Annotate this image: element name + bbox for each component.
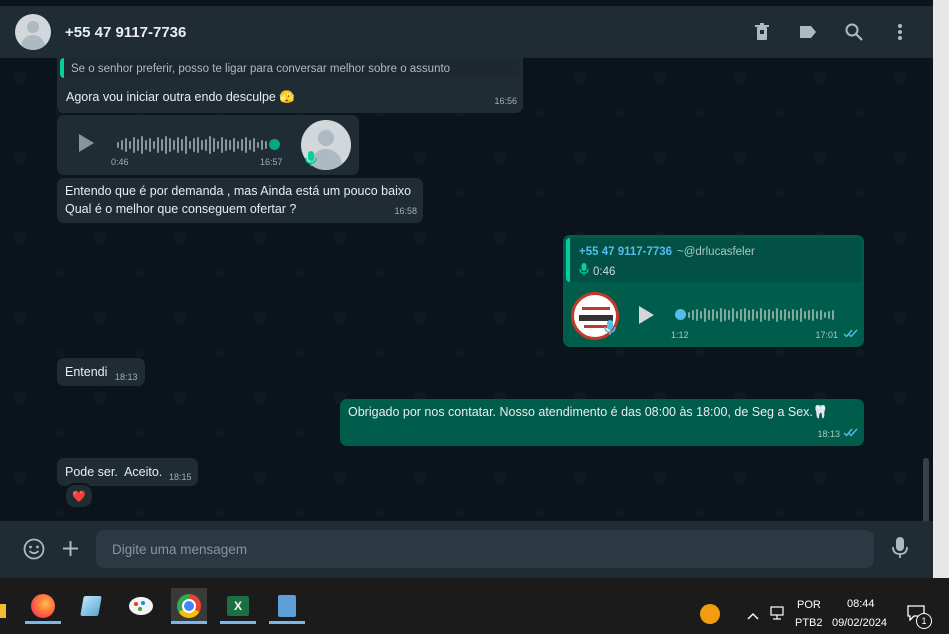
notification-count: 1 <box>921 616 927 626</box>
more-icon[interactable] <box>887 20 913 44</box>
message-text: Obrigado por nos contatar. Nosso atendim… <box>348 405 829 419</box>
window-side-edge <box>933 0 949 578</box>
windows-taskbar: X POR PTB2 08:44 09/02/2024 1 <box>0 578 949 634</box>
notification-count-badge: 1 <box>916 613 932 629</box>
voice-waveform[interactable] <box>117 135 277 155</box>
file-explorer-icon[interactable] <box>0 604 6 618</box>
chat-header: +55 47 9117-7736 <box>0 6 933 58</box>
emoji-icon[interactable] <box>23 538 45 565</box>
incoming-message[interactable]: Entendo que é por demanda , mas Ainda es… <box>57 178 423 223</box>
contact-name[interactable]: +55 47 9117-7736 <box>65 24 186 41</box>
quoted-author: +55 47 9117-7736 <box>579 246 673 258</box>
play-icon[interactable] <box>77 133 95 158</box>
whatsapp-window: +55 47 9117-7736 Se o senhor preferir, p… <box>0 0 933 578</box>
paint-icon[interactable] <box>123 588 159 624</box>
clock-date[interactable]: 09/02/2024 <box>832 617 887 629</box>
voice-waveform[interactable] <box>688 305 848 325</box>
language-code[interactable]: POR <box>797 599 821 611</box>
chevron-up-icon[interactable] <box>747 607 759 625</box>
message-text-line2: Qual é o melhor que conseguem ofertar ? <box>65 202 297 216</box>
outgoing-message[interactable]: Obrigado por nos contatar. Nosso atendim… <box>340 399 864 446</box>
incoming-message[interactable]: Pode ser. Aceito. 18:15 <box>57 458 198 486</box>
header-actions <box>749 20 913 44</box>
notepad-icon[interactable] <box>73 588 109 624</box>
message-time: 16:57 <box>260 157 283 167</box>
contact-avatar[interactable] <box>15 14 51 50</box>
voice-progress-dot[interactable] <box>269 139 280 150</box>
quoted-message[interactable]: +55 47 9117-7736 ~@drlucasfeler 0:46 <box>566 238 862 282</box>
search-icon[interactable] <box>841 20 867 44</box>
incoming-voice-message[interactable]: 0:46 16:57 <box>57 115 359 175</box>
voice-progress-dot[interactable] <box>675 309 686 320</box>
voice-duration: 1:12 <box>671 330 689 340</box>
mic-icon <box>579 263 589 281</box>
message-time: 17:01 <box>815 330 838 340</box>
mic-icon <box>604 320 616 341</box>
quoted-handle: ~@drlucasfeler <box>677 246 755 258</box>
incoming-message[interactable]: Se o senhor preferir, posso te ligar par… <box>57 58 523 113</box>
calculator-icon[interactable] <box>269 588 305 624</box>
heart-reaction: ❤️ <box>72 490 86 503</box>
play-icon[interactable] <box>637 305 655 330</box>
voice-duration: 0:46 <box>111 157 129 167</box>
message-time: 16:56 <box>494 96 517 106</box>
mic-icon[interactable] <box>892 537 908 564</box>
quoted-text: Se o senhor preferir, posso te ligar par… <box>71 63 451 75</box>
reaction-badge[interactable]: ❤️ <box>64 483 94 509</box>
read-ticks-icon <box>843 325 858 343</box>
label-icon[interactable] <box>795 20 821 44</box>
message-text: Entendi <box>65 365 108 379</box>
read-ticks-icon <box>843 424 858 442</box>
message-time: 18:13 <box>115 372 138 382</box>
message-text-line1: Entendo que é por demanda , mas Ainda es… <box>65 184 412 198</box>
excel-icon[interactable]: X <box>220 588 256 624</box>
message-input[interactable] <box>96 530 874 568</box>
plus-icon[interactable] <box>62 540 79 562</box>
composer <box>0 521 933 578</box>
message-time: 16:58 <box>394 206 417 216</box>
weather-icon[interactable] <box>700 604 720 624</box>
message-list[interactable]: Se o senhor preferir, posso te ligar par… <box>0 58 933 565</box>
quoted-duration: 0:46 <box>593 266 616 278</box>
chrome-icon[interactable] <box>171 588 207 624</box>
keyboard-layout[interactable]: PTB2 <box>795 617 823 629</box>
incoming-message[interactable]: Entendi 18:13 <box>57 358 145 386</box>
message-time: 18:15 <box>169 472 192 482</box>
quoted-message[interactable]: Se o senhor preferir, posso te ligar par… <box>60 58 519 78</box>
outgoing-voice-message[interactable]: +55 47 9117-7736 ~@drlucasfeler 0:46 1:1… <box>563 235 864 347</box>
message-text: Agora vou iniciar outra endo desculpe 🫣 <box>66 90 295 104</box>
message-time: 18:13 <box>817 429 840 439</box>
network-icon[interactable] <box>770 606 786 625</box>
trash-icon[interactable] <box>749 20 775 44</box>
mic-icon <box>305 151 317 172</box>
clock-time[interactable]: 08:44 <box>847 598 875 610</box>
message-text: Pode ser. Aceito. <box>65 465 163 479</box>
firefox-icon[interactable] <box>25 588 61 624</box>
